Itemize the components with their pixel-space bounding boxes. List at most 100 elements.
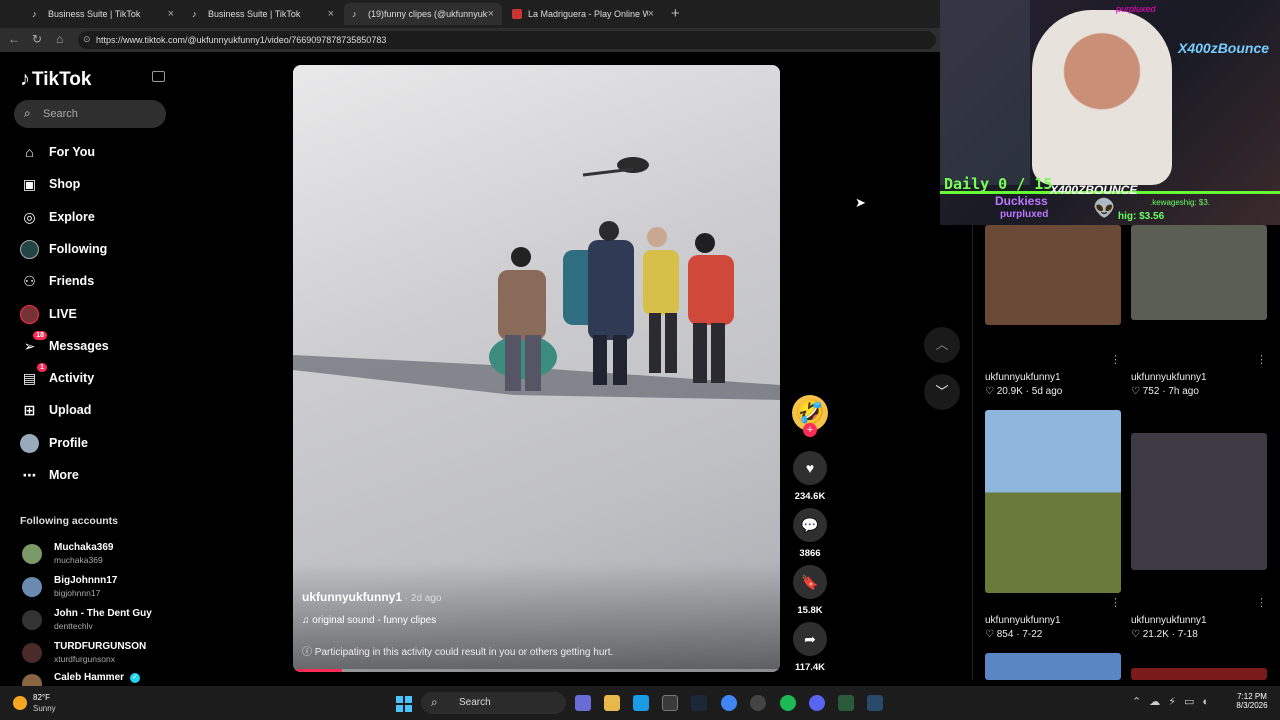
thumbnail-meta: ♡ 21.2K · 7-18: [1131, 629, 1198, 640]
video-progress-bar[interactable]: [293, 669, 780, 672]
browser-tab[interactable]: ♪ Business Suite | TikTok ×: [184, 3, 342, 25]
music-note-icon: ♫: [302, 615, 313, 626]
nav-profile[interactable]: Profile: [20, 431, 170, 455]
share-button[interactable]: ➦ 117.4K: [792, 622, 828, 673]
like-button[interactable]: ♥ 234.6K: [792, 451, 828, 502]
browser-tab[interactable]: La Madriguera - Play Online With ×: [504, 3, 662, 25]
close-tab-icon[interactable]: ×: [328, 8, 334, 20]
thumbnail-username[interactable]: ukfunnyukfunny1: [1131, 615, 1207, 626]
video-sound[interactable]: ♫ original sound - funny clipes: [302, 615, 436, 626]
video-thumbnail[interactable]: [985, 410, 1121, 593]
follow-plus-icon[interactable]: +: [803, 423, 817, 437]
account-handle: xturdfurgunsonx: [54, 654, 115, 664]
more-options-icon[interactable]: ⋮: [1110, 353, 1121, 366]
close-tab-icon[interactable]: ×: [488, 8, 494, 20]
tab-title: Business Suite | TikTok: [208, 9, 301, 19]
close-tab-icon[interactable]: ×: [168, 8, 174, 20]
back-icon[interactable]: ←: [8, 32, 20, 46]
browser-tab[interactable]: ♪ Business Suite | TikTok ×: [24, 3, 182, 25]
new-tab-button[interactable]: +: [671, 5, 680, 22]
thumbnail-username[interactable]: ukfunnyukfunny1: [985, 372, 1061, 383]
chrome-icon[interactable]: [721, 695, 737, 711]
home-icon[interactable]: ⌂: [56, 32, 63, 46]
app-icon[interactable]: [867, 695, 883, 711]
url-field[interactable]: ⊙ https://www.tiktok.com/@ukfunnyukfunny…: [78, 31, 936, 49]
close-tab-icon[interactable]: ×: [648, 8, 654, 20]
verified-badge-icon: ✓: [130, 673, 140, 683]
more-icon: ⋯: [22, 466, 37, 483]
weather-condition: Sunny: [33, 704, 56, 713]
more-options-icon[interactable]: ⋮: [1256, 353, 1267, 366]
browser-tab-active[interactable]: ♪ (19)funny clipes (@ukfunnyukfunny1 ×: [344, 3, 502, 25]
activity-badge: 1: [37, 362, 47, 372]
paper-plane-icon: ➢ 18: [20, 330, 47, 356]
thumbnail-username[interactable]: ukfunnyukfunny1: [1131, 372, 1207, 383]
nav-label: Upload: [49, 403, 92, 417]
previous-video-button[interactable]: ︿: [924, 327, 960, 363]
overlay-daily-goal: Daily 0 / 15: [944, 175, 1053, 193]
copilot-icon[interactable]: [575, 695, 591, 711]
background-monitor: [940, 0, 1030, 185]
nav-following[interactable]: Following: [20, 237, 170, 261]
video-thumbnail[interactable]: [1131, 668, 1267, 680]
video-thumbnail[interactable]: [985, 225, 1121, 325]
followed-account[interactable]: BigJohnnn17 bigjohnnn17: [22, 575, 172, 601]
edge-browser-icon[interactable]: [633, 695, 649, 711]
nav-explore[interactable]: ◎ Explore: [20, 205, 170, 229]
game-favicon-icon: [512, 9, 522, 19]
author-avatar[interactable]: 🤣 +: [792, 395, 828, 437]
nav-activity[interactable]: ▤ 1 Activity: [20, 362, 170, 390]
video-thumbnail[interactable]: [985, 653, 1121, 680]
heart-outline-icon: ♡: [985, 629, 997, 640]
search-input[interactable]: ⌕ Search: [14, 100, 166, 128]
video-player[interactable]: ukfunnyukfunny1 · 2d ago ♫ original soun…: [293, 65, 780, 672]
steam-icon[interactable]: [691, 695, 707, 711]
tiktok-favicon-icon: ♪: [32, 9, 37, 19]
nav-for-you[interactable]: ⌂ For You: [20, 140, 170, 164]
file-explorer-icon[interactable]: [604, 695, 620, 711]
comment-button[interactable]: 💬 3866: [792, 508, 828, 559]
nav-shop[interactable]: ▣ Shop: [20, 172, 170, 196]
video-username[interactable]: ukfunnyukfunny1: [302, 590, 402, 604]
followed-account[interactable]: John - The Dent Guy denttechlv: [22, 608, 172, 634]
nav-more[interactable]: ⋯ More: [20, 463, 170, 487]
nav-upload[interactable]: ⊞ Upload: [20, 398, 170, 422]
followed-account[interactable]: TURDFURGUNSON xturdfurgunsonx: [22, 641, 172, 667]
site-info-icon[interactable]: ⊙: [83, 34, 91, 45]
tiktok-favicon-icon: ♪: [352, 9, 357, 19]
account-name: Muchaka369: [54, 542, 114, 553]
discord-icon[interactable]: [809, 695, 825, 711]
video-thumbnail[interactable]: [1131, 225, 1267, 320]
weather-widget[interactable]: 82°F Sunny: [13, 692, 73, 714]
more-options-icon[interactable]: ⋮: [1110, 596, 1121, 609]
terminal-icon[interactable]: [838, 695, 854, 711]
save-button[interactable]: 🔖 15.8K: [792, 565, 828, 616]
video-thumbnail[interactable]: [1131, 433, 1267, 570]
system-clock[interactable]: 7:12 PM 8/3/2026: [1230, 692, 1274, 710]
video-author[interactable]: ukfunnyukfunny1 · 2d ago: [302, 590, 442, 604]
system-tray-icons[interactable]: ⌃☁⚡▭◐: [1132, 695, 1217, 708]
next-video-button[interactable]: ﹀: [924, 374, 960, 410]
thumbnail-stats: 21.2K · 7-18: [1142, 629, 1198, 640]
taskbar-search[interactable]: ⌕ Search: [421, 692, 566, 714]
more-options-icon[interactable]: ⋮: [1256, 596, 1267, 609]
shop-bag-icon: ▣: [22, 175, 37, 192]
tab-title: La Madriguera - Play Online With: [528, 9, 648, 19]
nav-label: Messages: [49, 339, 109, 353]
following-accounts-header: Following accounts: [20, 515, 119, 527]
collapse-sidebar-icon[interactable]: [152, 71, 165, 82]
store-icon[interactable]: [662, 695, 678, 711]
upload-icon: ⊞: [23, 401, 36, 418]
nav-live[interactable]: LIVE: [20, 302, 170, 326]
tiktok-logo[interactable]: ♪ TikTok: [20, 68, 91, 91]
thumbnail-username[interactable]: ukfunnyukfunny1: [985, 615, 1061, 626]
bookmark-icon: 🔖: [793, 565, 827, 599]
thumbnail-meta: ♡ 752 · 7h ago: [1131, 386, 1199, 397]
spotify-icon[interactable]: [780, 695, 796, 711]
reload-icon[interactable]: ↻: [32, 32, 42, 46]
windows-start-icon[interactable]: [396, 696, 412, 712]
followed-account[interactable]: Muchaka369 muchaka369: [22, 542, 172, 568]
nav-messages[interactable]: ➢ 18 Messages: [20, 330, 170, 358]
obs-icon[interactable]: [750, 695, 766, 711]
nav-friends[interactable]: ⚇ Friends: [20, 269, 170, 293]
